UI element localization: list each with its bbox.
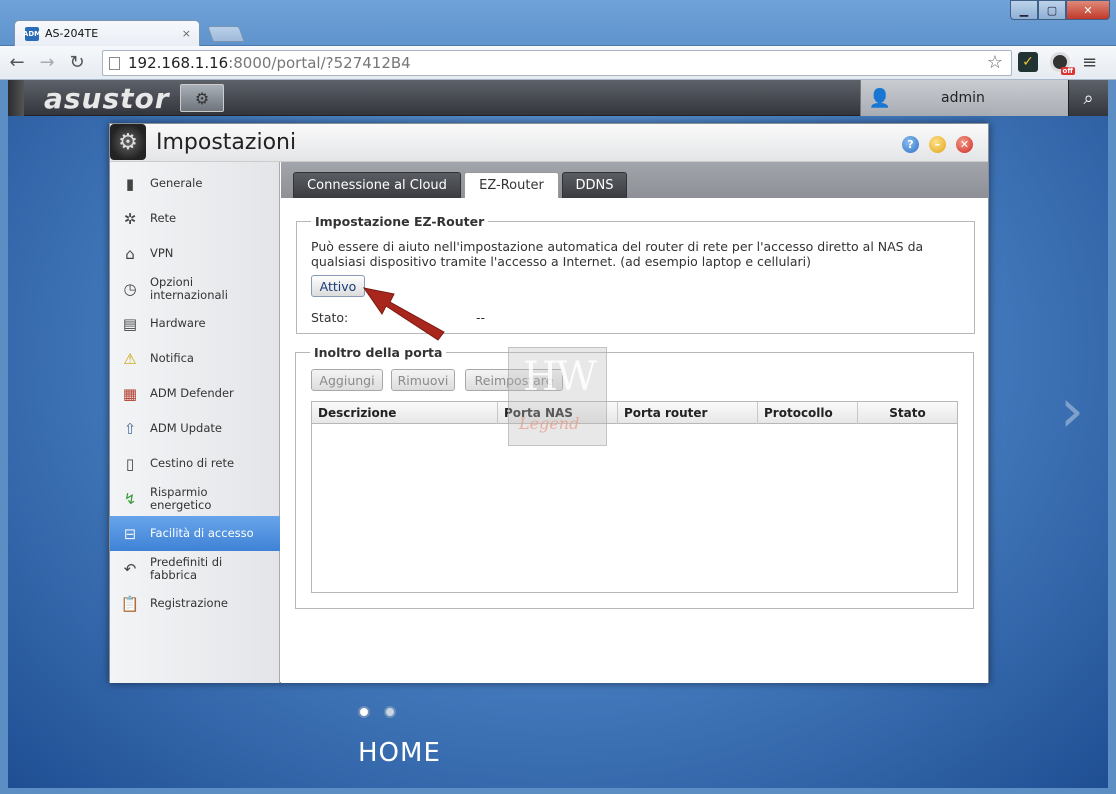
- sidebar-item-adm-defender[interactable]: ▦ ADM Defender: [110, 376, 280, 411]
- sidebar-item-notifica[interactable]: ⚠ Notifica: [110, 341, 280, 376]
- status-value: --: [476, 310, 486, 325]
- column-porta-router[interactable]: Porta router: [618, 402, 758, 424]
- sidebar-item-cestino-di-rete[interactable]: ▯ Cestino di rete: [110, 446, 280, 481]
- sidebar-item-label: Registrazione: [150, 596, 228, 610]
- sidebar-item-label: ADM Update: [150, 421, 222, 435]
- sidebar-item-label: Generale: [150, 176, 203, 190]
- close-button[interactable]: ✕: [956, 136, 973, 153]
- browser-tab-title: AS-204TE: [45, 27, 99, 40]
- extension-check-icon[interactable]: ✓: [1018, 52, 1038, 72]
- port-forwarding-table: Descrizione Porta NAS Porta router Proto…: [311, 401, 958, 593]
- watermark-sub: Legend: [519, 414, 580, 433]
- warning-icon: ⚠: [123, 349, 137, 368]
- adm-favicon-icon: ADM: [23, 26, 41, 41]
- port-forwarding-legend: Inoltro della porta: [314, 345, 443, 360]
- window-controls: ▁ ▢ ✕: [1010, 0, 1110, 20]
- sidebar-item-label: VPN: [150, 246, 174, 260]
- sidebar-item-label: Opzioni internazionali: [150, 274, 228, 302]
- sidebar-item-registrazione[interactable]: 📋 Registrazione: [110, 586, 280, 621]
- url-path: :8000/portal/?527412B4: [228, 54, 411, 72]
- undo-icon: ↶: [123, 559, 137, 578]
- sidebar-item-label: Predefiniti di fabbrica: [150, 554, 223, 582]
- add-rule-button[interactable]: Aggiungi: [311, 369, 383, 391]
- house-icon: ⌂: [125, 244, 135, 263]
- page-dot-1[interactable]: [358, 706, 370, 718]
- tab-close-icon[interactable]: ×: [182, 27, 191, 40]
- browser-titlebar: ADM AS-204TE × ▁ ▢ ✕: [0, 0, 1116, 46]
- hwlegend-watermark: HW Legend: [508, 347, 607, 446]
- annotation-arrow-icon: [362, 287, 445, 341]
- sidebar-item-opzioni-internazionali[interactable]: ◷ Opzioni internazionali: [110, 271, 280, 306]
- firewall-icon: ▦: [122, 384, 138, 403]
- column-descrizione[interactable]: Descrizione: [312, 402, 498, 424]
- status-label: Stato:: [311, 310, 349, 325]
- ez-router-panel: Può essere di aiuto nell'impostazione au…: [280, 161, 987, 682]
- window-close-button[interactable]: ✕: [1066, 0, 1110, 20]
- next-page-arrow-icon[interactable]: ›: [1060, 376, 1084, 446]
- column-protocollo[interactable]: Protocollo: [758, 402, 858, 424]
- sidebar-item-hardware[interactable]: ▤ Hardware: [110, 306, 280, 341]
- sidebar-item-facilita-di-accesso[interactable]: ⊟ Facilità di accesso: [110, 516, 280, 551]
- search-icon[interactable]: ⌕: [1068, 80, 1108, 116]
- up-arrow-icon: ⇧: [123, 419, 137, 438]
- sidebar-item-label: Hardware: [150, 316, 206, 330]
- browser-menu-icon[interactable]: ≡: [1082, 52, 1097, 73]
- table-header: Descrizione Porta NAS Porta router Proto…: [312, 402, 957, 424]
- window-maximize-button[interactable]: ▢: [1038, 0, 1066, 20]
- home-label: HOME: [358, 738, 441, 768]
- column-stato[interactable]: Stato: [858, 402, 957, 424]
- settings-sidebar: ▮ Generale ✲ Rete ⌂ VPN ◷ Opzioni intern…: [110, 162, 280, 683]
- sidebar-item-adm-update[interactable]: ⇧ ADM Update: [110, 411, 280, 446]
- remove-rule-button[interactable]: Rimuovi: [391, 369, 455, 391]
- settings-app-icon[interactable]: ⚙: [180, 84, 224, 112]
- bookmark-star-icon[interactable]: ☆: [987, 52, 1003, 73]
- trash-icon: ▯: [125, 454, 135, 473]
- clock-calendar-icon: ◷: [123, 279, 137, 298]
- topbar-handle[interactable]: [8, 80, 24, 116]
- sidebar-item-predefiniti-di-fabbrica[interactable]: ↶ Predefiniti di fabbrica: [110, 551, 280, 586]
- browser-toolbar: ← → ↻ 192.168.1.16:8000/portal/?527412B4…: [0, 46, 1116, 80]
- minimize-button[interactable]: –: [929, 136, 946, 153]
- sidebar-item-label: Rete: [150, 211, 177, 225]
- attivo-button[interactable]: Attivo: [311, 275, 365, 297]
- new-tab-button[interactable]: [207, 26, 245, 42]
- window-minimize-button[interactable]: ▁: [1010, 0, 1038, 20]
- watermark-main: HW: [523, 354, 597, 400]
- sidebar-item-generale[interactable]: ▮ Generale: [110, 166, 280, 201]
- sidebar-item-risparmio-energetico[interactable]: ↯ Risparmio energetico: [110, 481, 280, 516]
- hdd-icon: ▤: [122, 314, 138, 333]
- extension-off-icon[interactable]: off: [1050, 52, 1075, 75]
- settings-gears-icon: ⚙: [110, 124, 146, 160]
- back-arrow-icon[interactable]: ←: [4, 50, 30, 76]
- sidebar-item-label: Risparmio energetico: [150, 484, 212, 512]
- user-icon: 👤: [868, 87, 892, 109]
- adm-topbar: asustor ⚙ 👤 admin ⌕: [8, 80, 1108, 116]
- globe-icon: ✲: [123, 209, 137, 228]
- forward-arrow-icon[interactable]: →: [34, 50, 60, 76]
- sidebar-item-vpn[interactable]: ⌂ VPN: [110, 236, 280, 271]
- url-host: 192.168.1.16: [128, 54, 229, 72]
- help-button[interactable]: ?: [902, 136, 919, 153]
- sidebar-item-label: Cestino di rete: [150, 456, 235, 470]
- power-bolt-icon: ↯: [123, 489, 137, 508]
- window-title: Impostazioni: [156, 130, 297, 155]
- browser-tab[interactable]: ADM AS-204TE ×: [14, 20, 200, 46]
- sidebar-item-label: ADM Defender: [150, 386, 234, 400]
- ez-router-description: Può essere di aiuto nell'impostazione au…: [311, 239, 924, 269]
- asustor-logo: asustor: [44, 82, 170, 115]
- address-bar[interactable]: 192.168.1.16:8000/portal/?527412B4 ☆: [102, 50, 1012, 76]
- clipboard-icon: 📋: [120, 594, 140, 613]
- server-icon: ▮: [125, 174, 135, 193]
- username: admin: [941, 90, 985, 106]
- page-indicator: [358, 706, 396, 718]
- sidebar-item-label: Facilità di accesso: [150, 526, 254, 540]
- sidebar-item-rete[interactable]: ✲ Rete: [110, 201, 280, 236]
- page-icon: [109, 56, 120, 70]
- sidebar-item-label: Notifica: [150, 351, 194, 365]
- reload-icon[interactable]: ↻: [64, 50, 90, 76]
- settings-window-header: ⚙ Impostazioni ? – ✕: [110, 124, 988, 162]
- user-menu[interactable]: 👤 admin: [860, 80, 1068, 116]
- router-icon: ⊟: [123, 524, 137, 543]
- page-dot-2[interactable]: [384, 706, 396, 718]
